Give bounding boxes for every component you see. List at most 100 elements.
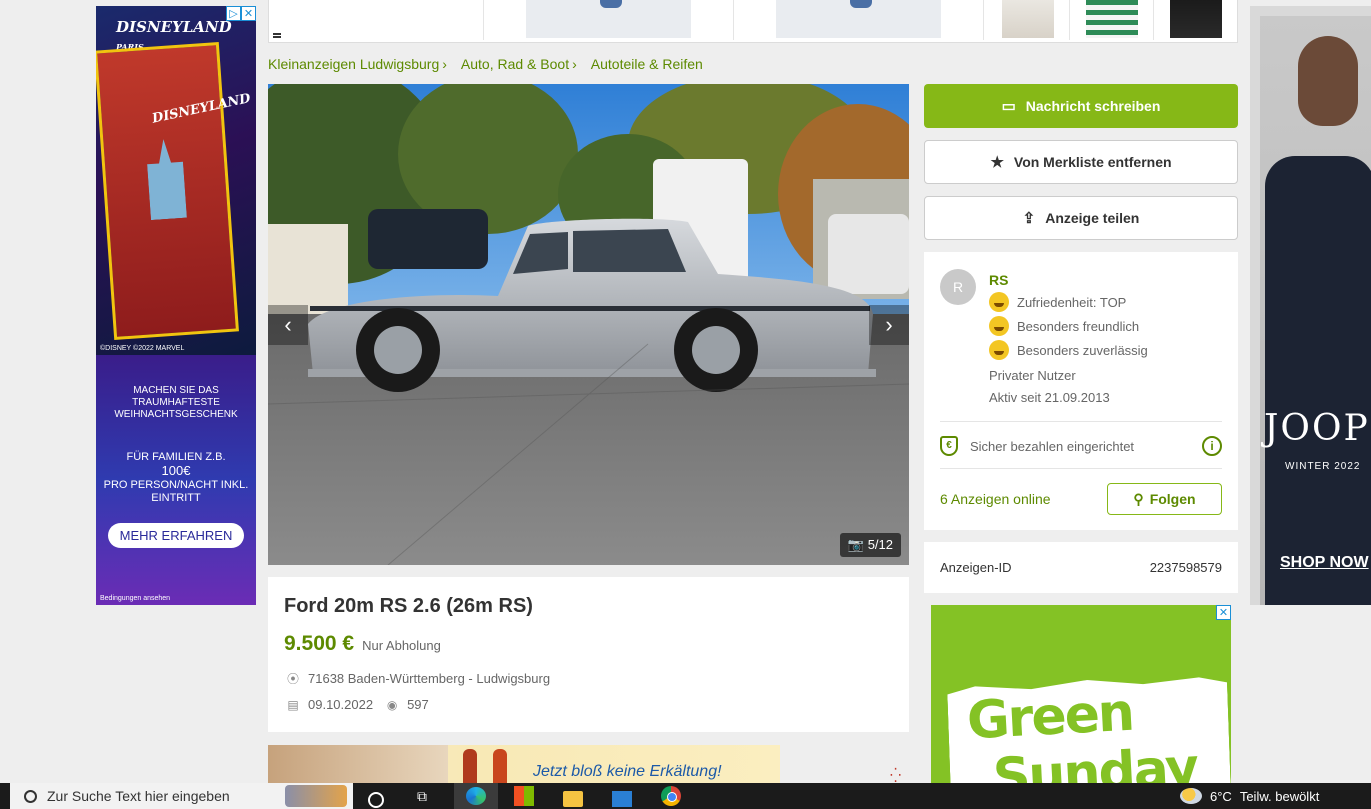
ad-poster: DISNEYLAND — [96, 41, 252, 341]
close-icon[interactable]: ✕ — [1216, 605, 1231, 620]
divider — [940, 421, 1222, 422]
store-icon[interactable] — [514, 786, 534, 806]
product-strip — [268, 0, 1238, 43]
product-image[interactable] — [1170, 0, 1222, 38]
product-image[interactable] — [526, 0, 691, 38]
send-message-button[interactable]: ▭ Nachricht schreiben — [924, 84, 1238, 128]
promo-image — [268, 745, 448, 785]
cortana-icon[interactable] — [368, 792, 384, 808]
friendly-icon — [989, 316, 1009, 336]
info-icon[interactable]: i — [1202, 436, 1222, 456]
ad-conditions-link[interactable]: Bedingungen ansehen — [100, 595, 170, 602]
file-explorer-icon[interactable] — [563, 791, 583, 807]
ad-id-value: 2237598579 — [1149, 560, 1222, 575]
edge-icon[interactable] — [454, 783, 498, 809]
ad-model-head — [1298, 36, 1358, 126]
weather-widget[interactable]: 6°C Teilw. bewölkt — [1180, 783, 1319, 809]
breadcrumb-item[interactable]: Kleinanzeigen Ludwigsburg › — [268, 56, 447, 72]
product-image[interactable] — [776, 0, 941, 38]
loading-dots-icon: ⁛ — [890, 767, 901, 783]
chevron-left-icon: ‹ — [284, 312, 292, 337]
location-row: ⦿ 71638 Baden-Württemberg - Ludwigsburg — [284, 670, 893, 687]
ad-disneyland[interactable]: DISNEYLAND PARIS DISNEYLAND ©DISNEY ©202… — [96, 6, 256, 605]
adchoices[interactable]: ✕ — [1216, 605, 1231, 620]
strip-cell[interactable] — [734, 0, 984, 40]
message-icon: ▭ — [1001, 98, 1016, 115]
seller-name-link[interactable]: RS — [989, 272, 1008, 288]
ad-disneyland-text[interactable]: MACHEN SIE DAS TRAUMHAFTESTE WEIHNACHTSG… — [96, 355, 256, 605]
product-image[interactable] — [1086, 0, 1138, 38]
taskbar: Zur Suche Text hier eingeben ⧉ 6°C Teilw… — [0, 783, 1371, 809]
ad-promo-banner[interactable]: Jetzt bloß keine Erkältung! — [268, 745, 780, 785]
price: 9.500 € — [284, 632, 355, 655]
location: 71638 Baden-Württemberg - Ludwigsburg — [308, 671, 551, 686]
search-highlight-image — [285, 785, 347, 807]
avatar[interactable]: R — [940, 269, 976, 305]
badge-satisfaction: Zufriedenheit: TOP — [989, 292, 1126, 312]
chrome-icon[interactable] — [661, 786, 681, 806]
ad-headline: Green — [965, 682, 1135, 752]
post-date: 09.10.2022 — [308, 697, 374, 712]
date-row: ▤ 09.10.2022 ◉ 597 — [284, 697, 893, 712]
send-message-label: Nachricht schreiben — [1025, 98, 1161, 114]
listing-title: Ford 20m RS 2.6 (26m RS) — [284, 595, 533, 617]
prev-image-button[interactable]: ‹ — [268, 305, 308, 345]
ad-joop[interactable]: JOOP WINTER 2022 SHOP NOW — [1250, 6, 1371, 605]
weather-desc: Teilw. bewölkt — [1239, 788, 1320, 804]
adchoices-icon[interactable]: ▷ — [226, 6, 241, 21]
search-placeholder: Zur Suche Text hier eingeben — [47, 788, 230, 804]
calendar-icon: ▤ — [287, 697, 299, 712]
search-icon — [24, 789, 37, 803]
strip-cell[interactable] — [484, 0, 734, 40]
breadcrumb: Kleinanzeigen Ludwigsburg › Auto, Rad & B… — [268, 56, 703, 72]
shield-euro-icon: € — [940, 436, 958, 456]
ad-shop-button[interactable]: SHOP NOW — [1280, 554, 1369, 572]
strip-cell[interactable] — [1154, 0, 1238, 40]
mail-icon[interactable] — [612, 791, 632, 807]
seller-active-since: Aktiv seit 21.09.2013 — [989, 390, 1110, 405]
chevron-right-icon: › — [442, 56, 447, 72]
price-row: 9.500 € Nur Abholung — [284, 632, 893, 656]
ad-coat — [1265, 156, 1371, 605]
breadcrumb-item[interactable]: Auto, Rad & Boot › — [461, 56, 577, 72]
smile-icon — [989, 292, 1009, 312]
strip-cell[interactable] — [269, 0, 484, 40]
follow-button[interactable]: ⚲ Folgen — [1107, 483, 1222, 515]
menu-icon[interactable] — [273, 33, 281, 38]
chevron-right-icon: › — [885, 312, 893, 337]
badge-reliable: Besonders zuverlässig — [989, 340, 1148, 360]
watchlist-label: Von Merkliste entfernen — [1013, 154, 1172, 170]
seller-type: Privater Nutzer — [989, 368, 1076, 383]
breadcrumb-item[interactable]: Autoteile & Reifen — [591, 56, 703, 72]
close-icon[interactable]: ✕ — [241, 6, 256, 21]
ad-disneyland-visual[interactable]: DISNEYLAND PARIS DISNEYLAND ©DISNEY ©202… — [96, 6, 256, 355]
ad-green-sunday[interactable]: Green Sunday ✕ — [931, 605, 1231, 785]
secure-payment-label: Sicher bezahlen eingerichtet — [970, 438, 1135, 454]
ad-poster-brand: DISNEYLAND — [150, 91, 253, 127]
next-image-button[interactable]: › — [869, 305, 909, 345]
ad-offer: FÜR FAMILIEN Z.B. 100€ PRO PERSON/NACHT … — [103, 451, 249, 504]
seller-ads-link[interactable]: 6 Anzeigen online — [940, 491, 1051, 507]
ad-season: WINTER 2022 — [1285, 461, 1361, 472]
share-label: Anzeige teilen — [1045, 210, 1140, 226]
badge-friendly: Besonders freundlich — [989, 316, 1139, 336]
ad-copyright: ©DISNEY ©2022 MARVEL — [100, 345, 185, 352]
share-button[interactable]: ⇪ Anzeige teilen — [924, 196, 1238, 240]
adchoices[interactable]: ▷ ✕ — [226, 6, 256, 21]
ad-headline: MACHEN SIE DAS TRAUMHAFTESTE WEIHNACHTSG… — [114, 385, 238, 420]
task-view-icon[interactable]: ⧉ — [417, 788, 437, 808]
listing-info: Ford 20m RS 2.6 (26m RS) 9.500 € Nur Abh… — [268, 577, 909, 732]
follow-user-icon: ⚲ — [1133, 490, 1144, 507]
strip-cell[interactable] — [1070, 0, 1154, 40]
strip-cell[interactable] — [986, 0, 1070, 40]
image-gallery[interactable]: ‹ › 📷 5/12 — [268, 84, 909, 565]
star-icon: ★ — [990, 154, 1004, 171]
view-count: 597 — [407, 697, 429, 712]
taskbar-search[interactable]: Zur Suche Text hier eingeben — [10, 783, 353, 809]
share-icon: ⇪ — [1022, 210, 1036, 227]
remove-from-watchlist-button[interactable]: ★ Von Merkliste entfernen — [924, 140, 1238, 184]
product-image[interactable] — [1002, 0, 1054, 38]
divider — [940, 468, 1222, 469]
ad-id-box: Anzeigen-ID 2237598579 — [924, 542, 1238, 593]
ad-cta-button[interactable]: MEHR ERFAHREN — [107, 523, 245, 548]
